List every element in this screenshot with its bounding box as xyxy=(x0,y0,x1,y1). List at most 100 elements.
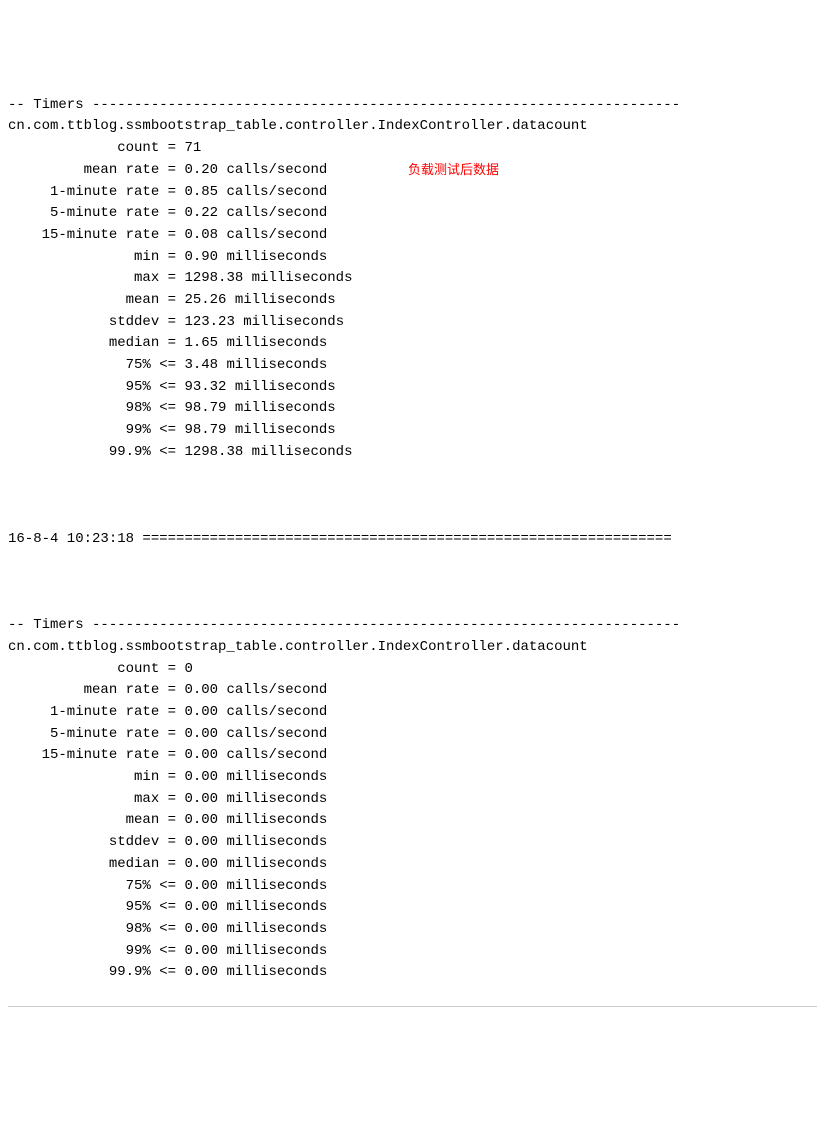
metric-label: 99% xyxy=(8,943,159,959)
metric-label: mean rate xyxy=(8,682,159,698)
metric-unit: milliseconds xyxy=(235,314,344,330)
metric-value: 0 xyxy=(184,661,192,677)
timers-header: -- Timers ------------------------------… xyxy=(8,95,817,117)
metric-sep: <= xyxy=(159,943,184,959)
metric-value: 1298.38 xyxy=(184,270,243,286)
metric-label: 99.9% xyxy=(8,444,159,460)
metric-sep: <= xyxy=(159,899,184,915)
metric-value: 0.00 xyxy=(184,812,218,828)
metric-sep: = xyxy=(159,747,184,763)
metric-value: 0.00 xyxy=(184,856,218,872)
metric-row: min = 0.00 milliseconds xyxy=(8,767,817,789)
metric-value: 0.00 xyxy=(184,791,218,807)
metric-label: 99% xyxy=(8,422,159,438)
console-output: -- Timers ------------------------------… xyxy=(8,95,817,984)
metric-sep: = xyxy=(159,769,184,785)
metric-row: mean rate = 0.00 calls/second xyxy=(8,680,817,702)
metric-sep: <= xyxy=(159,921,184,937)
metric-unit: milliseconds xyxy=(226,400,335,416)
metric-unit: milliseconds xyxy=(218,921,327,937)
metric-value: 1.65 xyxy=(184,335,218,351)
timestamp-separator: 16-8-4 10:23:18 ========================… xyxy=(8,529,817,551)
metric-label: min xyxy=(8,769,159,785)
metric-value: 0.00 xyxy=(184,682,218,698)
metric-row: 5-minute rate = 0.00 calls/second xyxy=(8,724,817,746)
metric-label: 15-minute rate xyxy=(8,747,159,763)
metric-unit: milliseconds xyxy=(218,964,327,980)
metric-value: 0.90 xyxy=(184,249,218,265)
metric-unit: calls/second xyxy=(218,726,327,742)
metric-value: 0.20 xyxy=(184,162,218,178)
metric-label: 75% xyxy=(8,878,159,894)
blank-line xyxy=(8,572,817,594)
metric-value: 0.00 xyxy=(184,726,218,742)
metric-value: 0.00 xyxy=(184,834,218,850)
metric-label: min xyxy=(8,249,159,265)
metric-label: 1-minute rate xyxy=(8,704,159,720)
metric-value: 98.79 xyxy=(184,422,226,438)
metric-value: 71 xyxy=(184,140,201,156)
metric-value: 0.00 xyxy=(184,921,218,937)
timers-header: -- Timers ------------------------------… xyxy=(8,615,817,637)
metric-unit: milliseconds xyxy=(226,379,335,395)
metric-sep: <= xyxy=(159,379,184,395)
metric-value: 0.00 xyxy=(184,704,218,720)
metric-label: 15-minute rate xyxy=(8,227,159,243)
metric-label: 98% xyxy=(8,400,159,416)
metric-unit: milliseconds xyxy=(226,292,335,308)
metric-sep: <= xyxy=(159,964,184,980)
metric-label: stddev xyxy=(8,834,159,850)
metric-label: 5-minute rate xyxy=(8,205,159,221)
metric-row: 75% <= 0.00 milliseconds xyxy=(8,876,817,898)
metric-unit: milliseconds xyxy=(243,444,352,460)
metric-label: 1-minute rate xyxy=(8,184,159,200)
class-name: cn.com.ttblog.ssmbootstrap_table.control… xyxy=(8,116,817,138)
metric-sep: = xyxy=(159,834,184,850)
metric-unit: calls/second xyxy=(218,184,327,200)
metric-row: 98% <= 0.00 milliseconds xyxy=(8,919,817,941)
metric-row: 95% <= 0.00 milliseconds xyxy=(8,897,817,919)
metric-label: count xyxy=(8,140,159,156)
metric-row: stddev = 123.23 milliseconds xyxy=(8,312,817,334)
metric-unit: milliseconds xyxy=(218,943,327,959)
metric-row: count = 0 xyxy=(8,659,817,681)
metric-unit: milliseconds xyxy=(226,422,335,438)
metric-label: 5-minute rate xyxy=(8,726,159,742)
metric-value: 0.08 xyxy=(184,227,218,243)
metric-unit: calls/second xyxy=(218,227,327,243)
metric-label: 95% xyxy=(8,379,159,395)
load-test-annotation: 负载测试后数据 xyxy=(408,160,499,180)
metric-value: 123.23 xyxy=(184,314,234,330)
metric-unit: milliseconds xyxy=(218,878,327,894)
metric-label: max xyxy=(8,270,159,286)
metric-sep: <= xyxy=(159,878,184,894)
metric-label: 98% xyxy=(8,921,159,937)
metric-sep: = xyxy=(159,270,184,286)
metric-value: 0.00 xyxy=(184,769,218,785)
metric-value: 25.26 xyxy=(184,292,226,308)
metrics-block-1: count = 71 mean rate = 0.20 calls/second… xyxy=(8,138,817,463)
metric-value: 0.00 xyxy=(184,747,218,763)
metric-row: 15-minute rate = 0.08 calls/second xyxy=(8,225,817,247)
metric-row: 1-minute rate = 0.00 calls/second xyxy=(8,702,817,724)
metric-label: mean xyxy=(8,812,159,828)
metric-label: 95% xyxy=(8,899,159,915)
metric-unit: milliseconds xyxy=(218,856,327,872)
metric-sep: <= xyxy=(159,400,184,416)
metric-unit: calls/second xyxy=(218,205,327,221)
metric-unit: calls/second xyxy=(218,162,327,178)
metric-value: 0.00 xyxy=(184,899,218,915)
metric-sep: = xyxy=(159,162,184,178)
metric-sep: = xyxy=(159,812,184,828)
metric-unit: milliseconds xyxy=(218,769,327,785)
metric-sep: <= xyxy=(159,422,184,438)
metric-sep: = xyxy=(159,661,184,677)
metric-sep: = xyxy=(159,335,184,351)
metric-row: max = 1298.38 milliseconds xyxy=(8,268,817,290)
metric-sep: = xyxy=(159,140,184,156)
metric-row: 99% <= 0.00 milliseconds xyxy=(8,941,817,963)
metric-value: 0.85 xyxy=(184,184,218,200)
metric-value: 0.00 xyxy=(184,964,218,980)
metric-label: 75% xyxy=(8,357,159,373)
metric-row: min = 0.90 milliseconds xyxy=(8,247,817,269)
